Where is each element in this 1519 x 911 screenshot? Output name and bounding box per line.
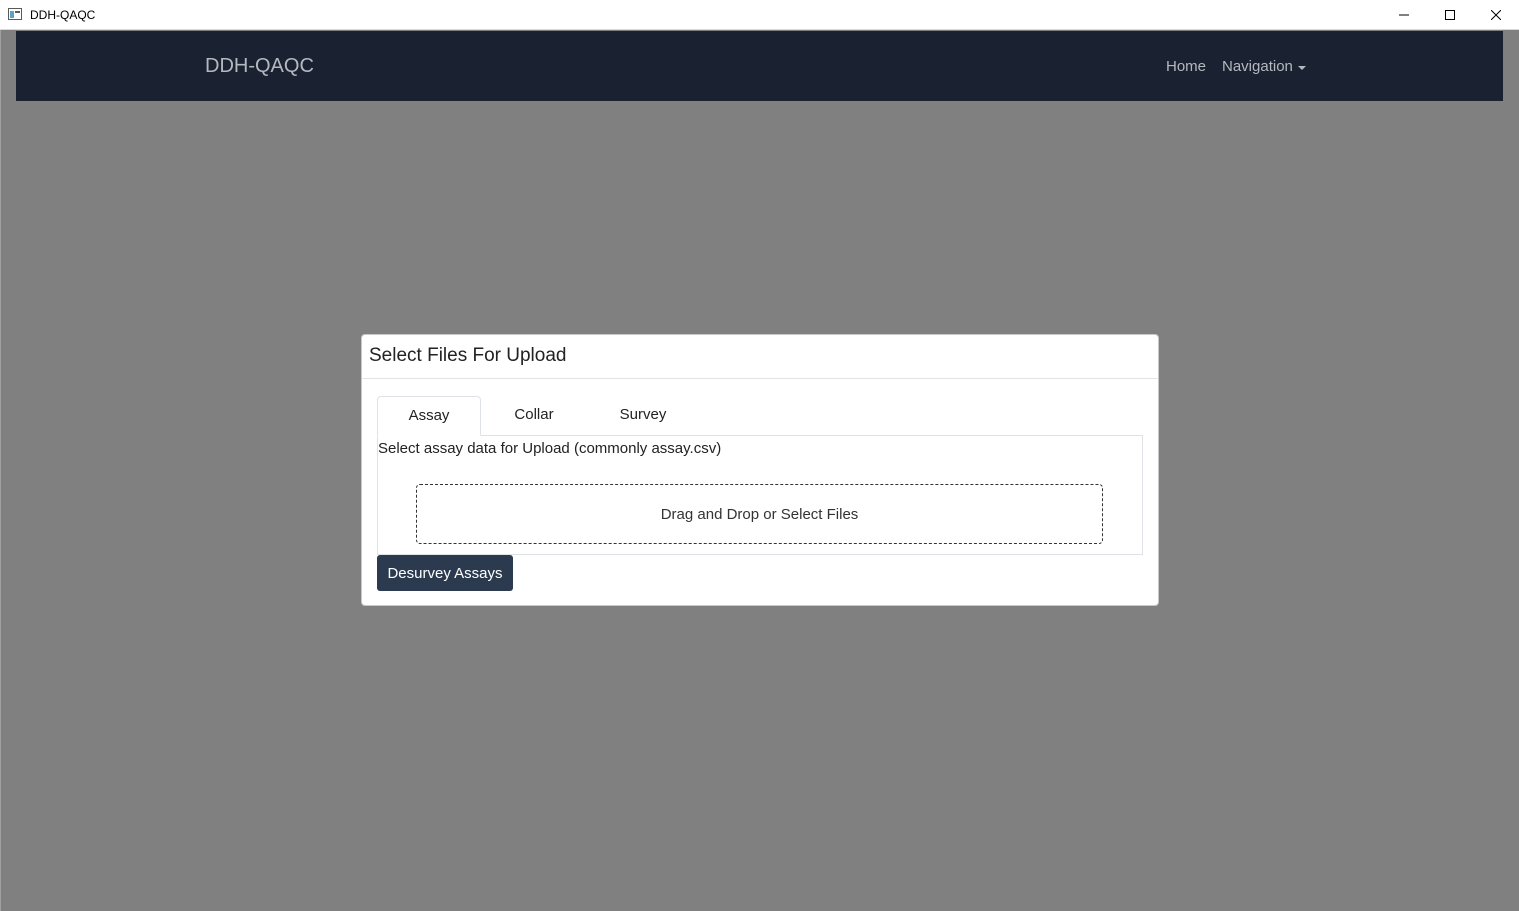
upload-instructions: Select assay data for Upload (commonly a… bbox=[378, 440, 722, 457]
modal-title: Select Files For Upload bbox=[369, 345, 567, 366]
maximize-button[interactable] bbox=[1427, 0, 1473, 30]
tab-assay[interactable]: Assay bbox=[377, 396, 481, 436]
nav-dropdown-navigation[interactable]: Navigation bbox=[1222, 58, 1293, 75]
close-icon bbox=[1491, 10, 1501, 20]
navbar: DDH-QAQC Home Navigation bbox=[16, 31, 1503, 101]
minimize-icon bbox=[1399, 14, 1409, 16]
window-title: DDH-QAQC bbox=[30, 8, 96, 22]
modal-header: Select Files For Upload bbox=[362, 335, 1158, 379]
app-icon bbox=[8, 8, 22, 20]
nav-link-home[interactable]: Home bbox=[1166, 58, 1206, 75]
close-button[interactable] bbox=[1473, 0, 1519, 30]
maximize-icon bbox=[1445, 10, 1455, 20]
desurvey-assays-button[interactable]: Desurvey Assays bbox=[377, 555, 513, 591]
navbar-brand[interactable]: DDH-QAQC bbox=[205, 55, 314, 78]
upload-modal: Select Files For Upload Assay Collar Sur… bbox=[361, 334, 1159, 606]
tab-survey[interactable]: Survey bbox=[610, 396, 676, 436]
window-border bbox=[0, 30, 1, 911]
window-titlebar: DDH-QAQC bbox=[0, 0, 1519, 30]
tab-panel-assay: Select assay data for Upload (commonly a… bbox=[377, 435, 1143, 555]
tab-collar[interactable]: Collar bbox=[500, 396, 568, 436]
minimize-button[interactable] bbox=[1381, 0, 1427, 30]
file-dropzone[interactable]: Drag and Drop or Select Files bbox=[416, 484, 1103, 544]
caret-down-icon bbox=[1298, 66, 1306, 70]
